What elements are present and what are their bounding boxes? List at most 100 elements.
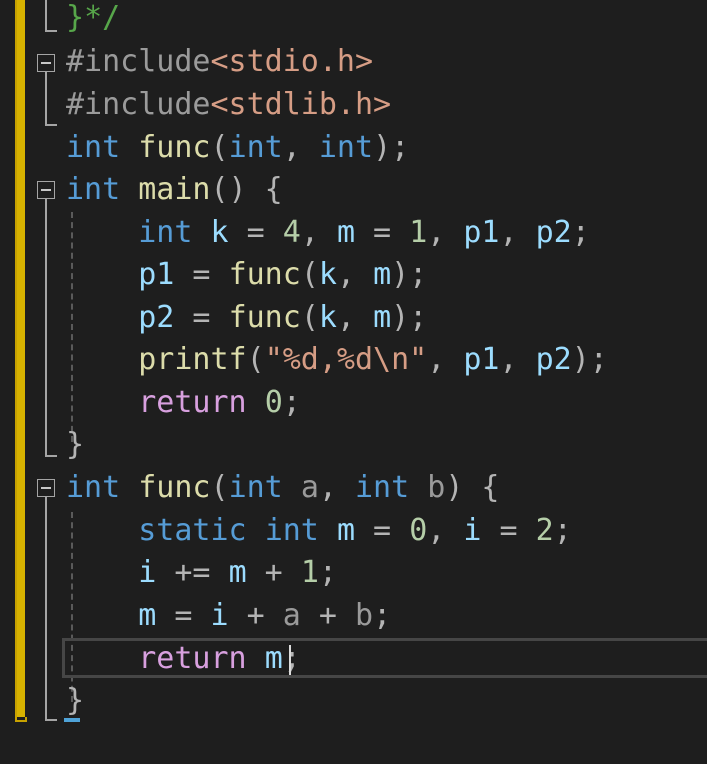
code-line[interactable]: int main() { [66,168,283,211]
code-line[interactable]: static int m = 0, i = 2; [66,509,572,552]
code-token: 1 [300,555,319,590]
code-line[interactable]: #include<stdlib.h> [66,83,391,126]
code-token: int [138,215,193,250]
code-token: = [355,513,410,548]
code-token: static [138,513,247,548]
code-token: ); [571,342,608,377]
code-token: int [318,130,374,165]
code-token: ); [373,130,410,165]
code-token: , [282,130,319,165]
code-token: = [355,215,410,250]
code-line[interactable]: return m; [66,637,301,680]
code-token: a [282,598,301,633]
code-token: printf [138,342,247,377]
fold-guide-end [45,719,57,721]
code-token: } [66,683,85,718]
code-token: int [355,470,410,505]
code-token: ; [553,513,572,548]
code-token: + [300,598,355,633]
code-token: ; [282,385,301,420]
code-token: m [336,513,355,548]
code-token: p2 [535,342,572,377]
code-token: int [228,470,283,505]
code-line[interactable]: int k = 4, m = 1, p1, p2; [66,211,590,254]
code-token: , [427,513,464,548]
code-line[interactable]: } [66,423,84,466]
code-token: #include [66,44,211,79]
code-token: <stdio.h> [210,44,374,79]
code-line[interactable]: } [66,679,84,722]
line-end-marker [64,718,80,722]
collapse-icon[interactable] [37,479,55,497]
code-token: k [318,257,337,292]
fold-guide-func [45,497,47,721]
code-token: i [210,598,229,633]
code-token: #include [66,87,211,122]
code-token: , [318,470,355,505]
code-token: ); [391,300,428,335]
code-line[interactable]: m = i + a + b; [66,594,391,637]
code-token: int [228,130,283,165]
code-line[interactable]: #include<stdio.h> [66,40,373,83]
code-token: ( [246,342,265,377]
code-token: a [300,470,319,505]
code-token: = [174,257,229,292]
code-token: 0 [264,385,283,420]
code-line[interactable]: int func(int, int); [66,126,409,169]
code-line[interactable]: return 0; [66,381,301,424]
collapse-icon[interactable] [37,181,55,199]
code-line[interactable]: p2 = func(k, m); [66,296,427,339]
code-token: "%d,%d\n" [264,342,428,377]
change-tracking-bar [17,0,27,717]
code-token: p2 [535,215,572,250]
code-line[interactable]: i += m + 1; [66,551,337,594]
code-token: k [210,215,229,250]
fold-guide-end [45,455,57,457]
code-token: ( [300,257,319,292]
code-token: <stdlib.h> [210,87,392,122]
code-token: , [499,215,536,250]
code-line[interactable]: }*/ [66,0,120,39]
code-token: () { [210,172,283,207]
code-token: func [228,300,301,335]
code-token: ( [300,300,319,335]
code-editor[interactable]: }*/ #include<stdio.h> #include<stdlib.h>… [0,0,707,764]
code-token: int [66,470,121,505]
code-token: = [156,598,211,633]
code-token: += [156,555,229,590]
fold-guide-comment [45,0,47,30]
fold-guide-end [45,30,57,32]
code-token: , [427,215,464,250]
code-token: func [138,130,211,165]
fold-guide-end [45,124,57,126]
code-line[interactable]: printf("%d,%d\n", p1, p2); [66,338,608,381]
code-line[interactable]: int func(int a, int b) { [66,466,500,509]
code-token: return [138,641,247,676]
code-line[interactable]: p1 = func(k, m); [66,253,427,296]
code-token: } [66,427,85,462]
code-token: m [228,555,247,590]
code-token: b [355,598,374,633]
collapse-icon[interactable] [37,54,55,72]
code-token: */ [84,0,121,35]
code-token: } [66,0,85,35]
code-token: ) { [445,470,500,505]
